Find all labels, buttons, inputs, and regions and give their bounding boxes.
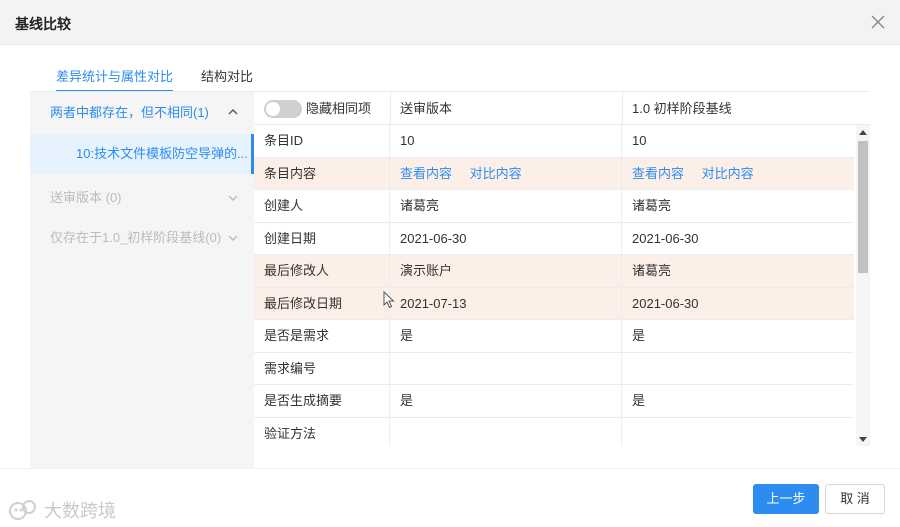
- table-row: 最后修改日期 2021-07-13 2021-06-30: [254, 287, 854, 320]
- mouse-cursor-icon: [383, 290, 395, 312]
- group-review-version[interactable]: 送审版本 (0): [30, 178, 254, 218]
- group-label: 两者中都存在，但不相同(1): [50, 105, 209, 120]
- value-cell: 诸葛亮: [632, 198, 672, 213]
- watermark-text: 大数跨境: [44, 501, 116, 521]
- value-cell: 演示账户: [390, 255, 622, 287]
- value-cell: 10: [390, 125, 622, 157]
- attr-cell: 最后修改日期: [254, 287, 390, 320]
- attr-cell: 最后修改人: [254, 255, 390, 287]
- group-label: 仅存在于1.0_初样阶段基线(0): [50, 230, 222, 245]
- watermark-logo-icon: [9, 500, 36, 520]
- value-cell: 诸葛亮: [390, 190, 622, 222]
- value-cell: 2021-06-30: [632, 230, 699, 246]
- view-content-link[interactable]: 查看内容: [632, 166, 684, 181]
- attr-cell: 条目ID: [254, 125, 390, 157]
- value-cell: 诸葛亮: [632, 263, 672, 278]
- group-only-in-baseline[interactable]: 仅存在于1.0_初样阶段基线(0): [30, 218, 254, 258]
- close-icon[interactable]: [868, 12, 888, 32]
- column-header-baseline: 1.0 初样阶段基线: [632, 101, 732, 116]
- value-cell: 2021-07-13: [390, 287, 622, 320]
- table-row: 验证方法: [254, 417, 854, 447]
- value-cell: 查看内容 对比内容: [390, 157, 622, 190]
- value-cell: 2021-06-30: [632, 295, 699, 311]
- prev-step-button[interactable]: 上一步: [753, 484, 819, 514]
- value-cell: [622, 418, 854, 447]
- scroll-down-icon[interactable]: [856, 432, 870, 446]
- compare-content-link[interactable]: 对比内容: [470, 166, 522, 181]
- value-cell: 是: [632, 393, 646, 408]
- chevron-up-icon[interactable]: [228, 92, 240, 132]
- footer-divider: [0, 468, 900, 469]
- attr-cell: 验证方法: [254, 417, 390, 446]
- column-header-review: 送审版本: [400, 101, 453, 116]
- dialog-header: 基线比较: [0, 0, 900, 45]
- compare-content-link[interactable]: 对比内容: [702, 166, 754, 181]
- value-cell: 查看内容 对比内容: [622, 158, 854, 190]
- chevron-down-icon[interactable]: [228, 218, 240, 258]
- watermark: 大数跨境: [8, 497, 116, 523]
- attr-cell: 是否生成摘要: [254, 385, 390, 417]
- toggle-knob: [266, 102, 280, 116]
- attr-cell: 需求编号: [254, 352, 390, 385]
- view-content-link[interactable]: 查看内容: [400, 166, 452, 181]
- table-row: 需求编号: [254, 352, 854, 385]
- tab-bar: 差异统计与属性对比 结构对比: [56, 66, 281, 92]
- table-header: 隐藏相同项 送审版本 1.0 初样阶段基线: [254, 92, 870, 125]
- hide-same-label: 隐藏相同项: [306, 101, 372, 116]
- tab-diff-stats[interactable]: 差异统计与属性对比: [56, 66, 174, 92]
- value-cell: [390, 417, 622, 446]
- tree-item-selected[interactable]: 10:技术文件模板防空导弹的...: [30, 134, 254, 174]
- attr-cell: 是否是需求: [254, 320, 390, 352]
- value-cell: 是: [632, 328, 646, 343]
- table-row: 条目内容 查看内容 对比内容 查看内容 对比内容: [254, 157, 854, 190]
- table-row: 条目ID 10 10: [254, 125, 854, 158]
- table-scrollbar[interactable]: [856, 125, 870, 446]
- attr-cell: 创建日期: [254, 222, 390, 255]
- attr-cell: 条目内容: [254, 157, 390, 190]
- table-row: 创建人 诸葛亮 诸葛亮: [254, 190, 854, 223]
- cancel-button[interactable]: 取 消: [825, 484, 885, 514]
- table-row: 是否是需求 是 是: [254, 320, 854, 353]
- hide-same-toggle[interactable]: [264, 100, 302, 118]
- left-tree-panel: 两者中都存在，但不相同(1) 10:技术文件模板防空导弹的... 送审版本 (0…: [30, 92, 254, 468]
- value-cell: 2021-06-30: [390, 222, 622, 255]
- compare-table: 隐藏相同项 送审版本 1.0 初样阶段基线 条目ID 10 10 条目内容 查看…: [254, 92, 870, 446]
- table-row: 创建日期 2021-06-30 2021-06-30: [254, 222, 854, 255]
- group-label: 送审版本 (0): [50, 190, 122, 205]
- value-cell: 10: [632, 133, 647, 148]
- table-row: 是否生成摘要 是 是: [254, 385, 854, 418]
- scroll-up-icon[interactable]: [856, 125, 870, 139]
- value-cell: 是: [390, 385, 622, 417]
- scrollbar-thumb[interactable]: [858, 141, 868, 273]
- value-cell: [390, 352, 622, 385]
- dialog-title: 基线比较: [15, 16, 71, 32]
- tab-structure[interactable]: 结构对比: [201, 66, 253, 92]
- chevron-down-icon[interactable]: [228, 178, 240, 218]
- table-body: 条目ID 10 10 条目内容 查看内容 对比内容 查看内容 对比内容 创建人 …: [254, 125, 854, 446]
- value-cell: [622, 353, 854, 385]
- group-both-exist[interactable]: 两者中都存在，但不相同(1): [30, 92, 254, 134]
- table-row: 最后修改人 演示账户 诸葛亮: [254, 255, 854, 288]
- value-cell: 是: [390, 320, 622, 352]
- attr-cell: 创建人: [254, 190, 390, 222]
